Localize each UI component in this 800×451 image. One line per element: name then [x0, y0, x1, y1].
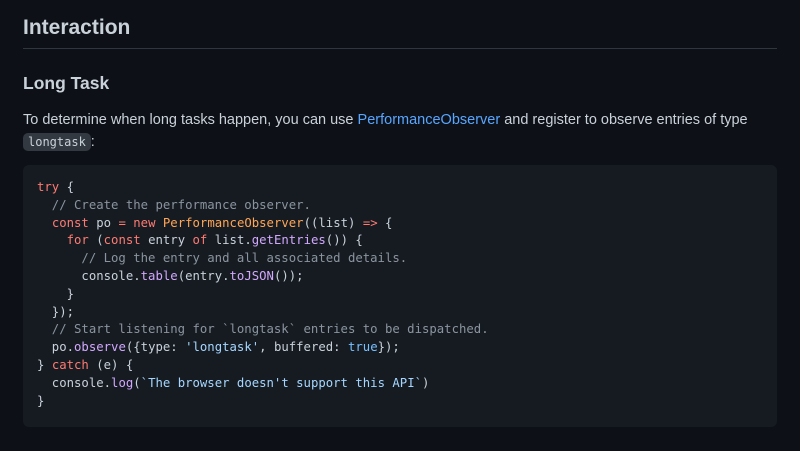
paragraph-text-2: and register to observe entries of type [500, 112, 748, 128]
code-line: } catch (e) { [37, 358, 133, 372]
code-token: getEntries [251, 233, 326, 248]
code-token: try [37, 180, 60, 194]
code-token: ( [133, 375, 141, 390]
code-line: for (const entry of list.getEntries()) { [37, 233, 363, 247]
code-token: new [133, 215, 156, 230]
code-token: { [59, 180, 75, 194]
code-token: po [88, 215, 119, 230]
code-token: PerformanceObserver [162, 215, 304, 230]
code-token: console. [37, 375, 112, 390]
code-token: ( [88, 233, 104, 248]
code-token: observe [74, 340, 126, 355]
code-token: const [103, 233, 141, 248]
code-token: toJSON [229, 268, 274, 283]
code-token: true [347, 340, 378, 355]
code-content: try { // Create the performance observer… [37, 179, 763, 410]
code-line: } [37, 287, 74, 301]
code-block[interactable]: try { // Create the performance observer… [23, 165, 777, 427]
code-token: po. [37, 340, 75, 355]
code-line: // Create the performance observer. [37, 198, 311, 212]
code-line: const po = new PerformanceObserver((list… [37, 215, 393, 230]
subsection-heading: Long Task [23, 73, 110, 93]
code-line: }); [37, 305, 74, 319]
code-token: console. [37, 268, 141, 283]
code-token: log [111, 375, 134, 390]
code-token: } [37, 357, 52, 372]
code-token: , buffered: [259, 340, 348, 355]
code-token: = [118, 215, 126, 230]
code-token: (e) { [88, 357, 134, 372]
code-token: 'longtask' [185, 340, 260, 355]
code-token: `The browser doesn't support this API` [140, 375, 422, 390]
code-token: ()) { [325, 233, 363, 248]
code-token: => [362, 215, 378, 230]
code-token: const [51, 215, 89, 230]
code-token: }); [377, 340, 400, 355]
code-token: catch [51, 357, 89, 372]
code-token: ((list) [303, 215, 363, 230]
code-line: console.table(entry.toJSON()); [37, 268, 304, 283]
code-token: } [37, 286, 75, 301]
code-token: { [377, 215, 393, 230]
code-token: // Start listening for `longtask` entrie… [37, 322, 489, 337]
code-token: entry [140, 233, 193, 248]
code-line: } [37, 394, 44, 408]
code-token: (entry. [177, 268, 230, 283]
code-line: po.observe({type: 'longtask', buffered: … [37, 340, 400, 354]
intro-paragraph: To determine when long tasks happen, you… [23, 109, 777, 153]
code-token: of [192, 233, 208, 248]
code-token: list. [207, 233, 252, 248]
code-token: } [37, 393, 45, 408]
code-line: // Start listening for `longtask` entrie… [37, 322, 489, 336]
code-token: ) [422, 375, 430, 390]
code-token: ({type: [125, 340, 186, 355]
code-token: // Create the performance observer. [37, 197, 311, 212]
code-token: table [140, 268, 178, 283]
code-token: }); [37, 304, 75, 319]
inline-code-longtask: longtask [23, 133, 91, 151]
code-line: console.log(`The browser doesn't support… [37, 375, 430, 390]
code-token: // Log the entry and all associated deta… [37, 251, 408, 266]
performance-observer-link[interactable]: PerformanceObserver [358, 112, 501, 128]
section-heading: Interaction [23, 0, 777, 49]
page: Interaction Long Task To determine when … [0, 0, 800, 451]
code-token: ()); [273, 268, 304, 283]
code-line: try { [37, 180, 74, 194]
paragraph-colon: : [90, 134, 95, 150]
code-line: // Log the entry and all associated deta… [37, 251, 407, 265]
code-token: for [66, 233, 89, 248]
paragraph-text: To determine when long tasks happen, you… [23, 112, 358, 128]
